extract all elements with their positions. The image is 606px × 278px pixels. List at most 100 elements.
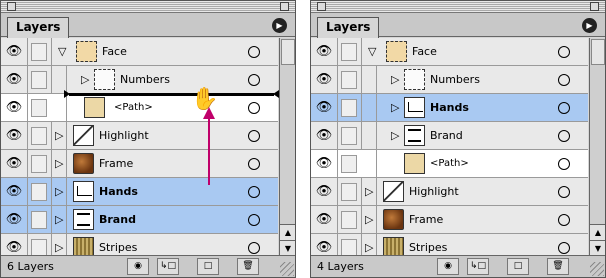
layer-row-frame[interactable]: 👁 ▷ Frame xyxy=(311,206,588,234)
target-circle-icon[interactable] xyxy=(558,214,570,226)
disclosure-triangle-closed-icon[interactable]: ▷ xyxy=(391,71,399,89)
target-circle-icon[interactable] xyxy=(558,130,570,142)
target-circle-icon[interactable] xyxy=(558,242,570,254)
eye-icon[interactable]: 👁 xyxy=(3,70,25,90)
disclosure-triangle-closed-icon[interactable]: ▷ xyxy=(55,155,63,173)
lock-toggle[interactable] xyxy=(341,99,357,117)
lock-toggle[interactable] xyxy=(31,211,47,229)
disclosure-triangle-closed-icon[interactable]: ▷ xyxy=(365,183,373,201)
eye-icon[interactable]: 👁 xyxy=(313,126,335,146)
new-sublayer-icon[interactable]: ↳□ xyxy=(467,258,489,275)
disclosure-triangle-closed-icon[interactable]: ▷ xyxy=(365,211,373,229)
lock-toggle[interactable] xyxy=(31,99,47,117)
resize-grip[interactable] xyxy=(280,262,294,276)
disclosure-triangle-closed-icon[interactable]: ▷ xyxy=(55,127,63,145)
lock-toggle[interactable] xyxy=(341,71,357,89)
target-circle-icon[interactable] xyxy=(558,74,570,86)
layer-name: Face xyxy=(102,45,127,58)
new-layer-icon[interactable]: □ xyxy=(507,258,529,275)
layer-row-hands[interactable]: 👁 ▷ Hands xyxy=(1,178,278,206)
target-circle-icon[interactable] xyxy=(248,186,260,198)
scroll-up-arrow-icon[interactable]: ▲ xyxy=(590,224,605,240)
close-box[interactable] xyxy=(7,2,16,11)
scroll-thumb[interactable] xyxy=(591,39,605,65)
layer-row-numbers[interactable]: 👁 ▷ Numbers xyxy=(311,66,588,94)
layer-row-hands[interactable]: 👁 ▷ Hands xyxy=(311,94,588,122)
trash-icon[interactable]: 🗑 xyxy=(547,258,569,275)
layer-row-face[interactable]: 👁 ▽ Face xyxy=(1,38,278,66)
lock-toggle[interactable] xyxy=(341,127,357,145)
lock-toggle[interactable] xyxy=(31,71,47,89)
lock-toggle[interactable] xyxy=(341,43,357,61)
zoom-box[interactable] xyxy=(590,2,599,11)
vertical-scrollbar[interactable]: ▲ ▼ xyxy=(279,38,295,256)
flyout-arrow-icon[interactable]: ▶ xyxy=(272,18,287,33)
flyout-arrow-icon[interactable]: ▶ xyxy=(582,18,597,33)
scroll-down-arrow-icon[interactable]: ▼ xyxy=(590,240,605,256)
disclosure-triangle-closed-icon[interactable]: ▷ xyxy=(391,127,399,145)
scroll-down-arrow-icon[interactable]: ▼ xyxy=(280,240,295,256)
eye-icon[interactable]: 👁 xyxy=(3,154,25,174)
target-circle-icon[interactable] xyxy=(248,242,260,254)
resize-grip[interactable] xyxy=(590,262,604,276)
target-circle-icon[interactable] xyxy=(558,46,570,58)
palette-title-bar[interactable] xyxy=(311,1,605,13)
eye-icon[interactable]: 👁 xyxy=(3,210,25,230)
tab-layers[interactable]: Layers xyxy=(7,17,70,38)
make-clipping-mask-icon[interactable]: ◉ xyxy=(127,258,149,275)
scroll-thumb[interactable] xyxy=(281,39,295,65)
make-clipping-mask-icon[interactable]: ◉ xyxy=(437,258,459,275)
target-circle-icon[interactable] xyxy=(558,158,570,170)
disclosure-triangle-open-icon[interactable]: ▽ xyxy=(58,43,66,61)
new-sublayer-icon[interactable]: ↳□ xyxy=(157,258,179,275)
disclosure-triangle-closed-icon[interactable]: ▷ xyxy=(55,183,63,201)
lock-toggle[interactable] xyxy=(31,183,47,201)
layer-row-numbers[interactable]: 👁 ▷ Numbers xyxy=(1,66,278,94)
eye-icon[interactable]: 👁 xyxy=(3,126,25,146)
target-circle-icon[interactable] xyxy=(248,130,260,142)
disclosure-triangle-open-icon[interactable]: ▽ xyxy=(368,43,376,61)
layer-name: Numbers xyxy=(430,73,480,86)
zoom-box[interactable] xyxy=(280,2,289,11)
lock-toggle[interactable] xyxy=(31,155,47,173)
layer-row-path[interactable]: 👁 <Path> xyxy=(311,150,588,178)
vertical-scrollbar[interactable]: ▲ ▼ xyxy=(589,38,605,256)
eye-icon[interactable]: 👁 xyxy=(313,154,335,174)
eye-icon[interactable]: 👁 xyxy=(313,210,335,230)
palette-title-bar[interactable] xyxy=(1,1,295,13)
layer-row-path[interactable]: 👁 <Path> xyxy=(1,94,278,122)
eye-icon[interactable]: 👁 xyxy=(313,98,335,118)
lock-toggle[interactable] xyxy=(341,155,357,173)
tab-layers[interactable]: Layers xyxy=(317,17,380,38)
layer-row-brand[interactable]: 👁 ▷ Brand xyxy=(311,122,588,150)
layer-row-highlight[interactable]: 👁 ▷ Highlight xyxy=(311,178,588,206)
eye-icon[interactable]: 👁 xyxy=(3,182,25,202)
layer-row-frame[interactable]: 👁 ▷ Frame xyxy=(1,150,278,178)
eye-icon[interactable]: 👁 xyxy=(313,182,335,202)
disclosure-triangle-closed-icon[interactable]: ▷ xyxy=(81,71,89,89)
eye-icon[interactable]: 👁 xyxy=(313,70,335,90)
lock-toggle[interactable] xyxy=(31,43,47,61)
target-circle-icon[interactable] xyxy=(248,102,260,114)
eye-icon[interactable]: 👁 xyxy=(313,42,335,62)
target-circle-icon[interactable] xyxy=(248,214,260,226)
layer-row-brand[interactable]: 👁 ▷ Brand xyxy=(1,206,278,234)
lock-toggle[interactable] xyxy=(31,127,47,145)
disclosure-triangle-closed-icon[interactable]: ▷ xyxy=(391,99,399,117)
scroll-up-arrow-icon[interactable]: ▲ xyxy=(280,224,295,240)
lock-toggle[interactable] xyxy=(341,183,357,201)
target-circle-icon[interactable] xyxy=(558,186,570,198)
eye-icon[interactable]: 👁 xyxy=(3,98,25,118)
trash-icon[interactable]: 🗑 xyxy=(237,258,259,275)
eye-icon[interactable]: 👁 xyxy=(3,42,25,62)
disclosure-triangle-closed-icon[interactable]: ▷ xyxy=(55,211,63,229)
layer-row-highlight[interactable]: 👁 ▷ Highlight xyxy=(1,122,278,150)
new-layer-icon[interactable]: □ xyxy=(197,258,219,275)
close-box[interactable] xyxy=(317,2,326,11)
layer-row-face[interactable]: 👁 ▽ Face xyxy=(311,38,588,66)
target-circle-icon[interactable] xyxy=(558,102,570,114)
lock-toggle[interactable] xyxy=(341,211,357,229)
target-circle-icon[interactable] xyxy=(248,46,260,58)
target-circle-icon[interactable] xyxy=(248,74,260,86)
target-circle-icon[interactable] xyxy=(248,158,260,170)
